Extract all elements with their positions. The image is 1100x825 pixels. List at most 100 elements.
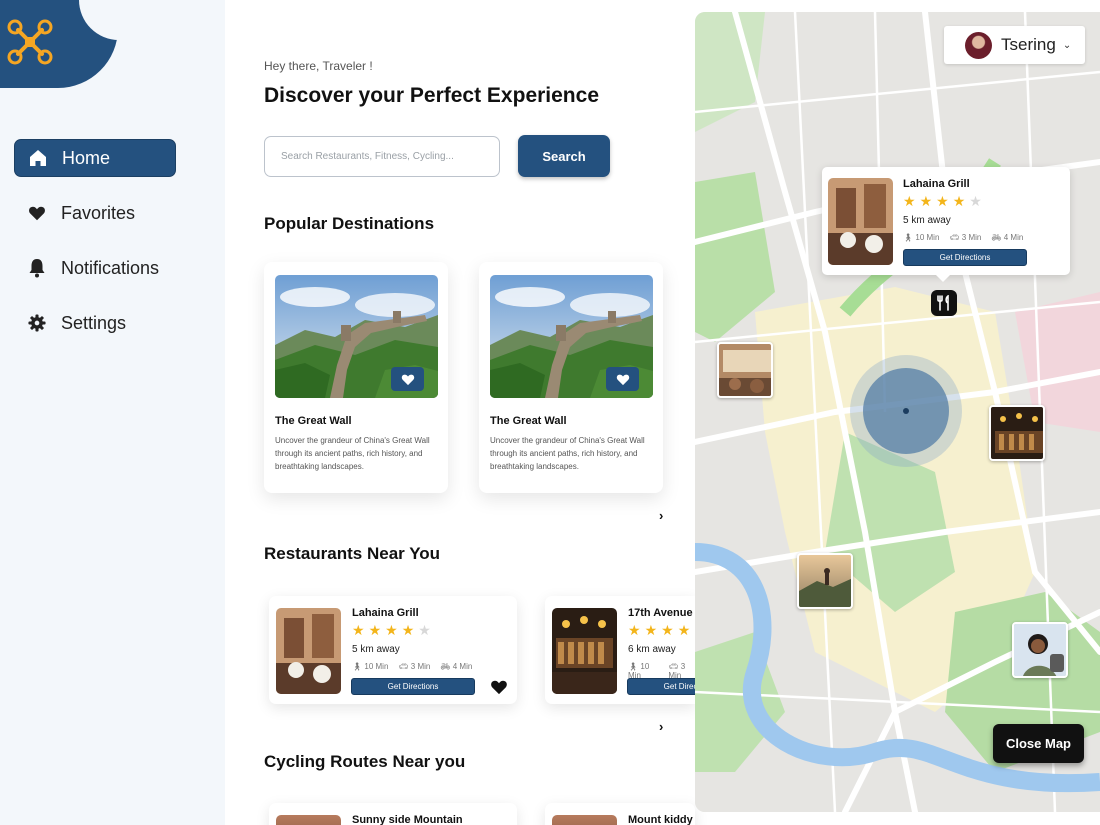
distance-text: 6 km away [628,644,676,655]
star-icon: ★ [385,622,398,638]
star-icon: ★ [677,622,691,638]
route-name: Mount kiddy [628,814,693,825]
bike-time: 🚲︎ 4 Min [440,662,473,671]
walk-time: 🚶︎ 10 Min [352,662,389,671]
popular-destinations-title: Popular Destinations [264,214,435,233]
star-icon: ★ [644,622,658,638]
cycling-route-card[interactable]: Sunny side Mountain [269,803,517,825]
get-directions-button[interactable]: Get Directions [627,678,695,695]
favorite-button[interactable] [391,367,424,391]
restaurant-card[interactable]: Lahaina Grill ★ ★ ★ ★ ★ 5 km away 🚶︎ 10 … [269,596,517,704]
destination-image [490,275,653,398]
car-icon: 🚗︎ [398,662,409,671]
destination-title: The Great Wall [275,415,352,427]
destination-card[interactable]: The Great Wall Uncover the grandeur of C… [264,262,448,493]
sidebar-item-label: Settings [61,312,127,333]
next-destinations-chevron-icon[interactable]: › [659,508,663,523]
destination-title: The Great Wall [490,415,567,427]
favorite-button[interactable] [490,678,508,695]
get-directions-button[interactable]: Get Directions [903,249,1027,266]
sidebar-nav: Home Favorites Notifications Settings [14,139,176,359]
restaurants-title: Restaurants Near You [264,544,441,563]
home-icon [28,148,48,168]
travel-times: 🚶︎ 10 Min 🚗︎ 3 Min 🚲︎ 4 Min [352,662,472,671]
next-restaurants-chevron-icon[interactable]: › [659,719,663,734]
route-image [552,815,617,825]
user-name: Tsering [1001,35,1056,54]
restaurant-pin-icon[interactable] [931,290,957,316]
heart-icon [401,374,414,385]
star-icon: ★ [661,622,674,638]
main-content: Hey there, Traveler ! Discover your Perf… [225,0,695,825]
restaurant-name: 17th Avenue [628,607,693,619]
sidebar-item-label: Home [62,147,111,168]
favorite-button[interactable] [606,367,639,391]
walk-icon: 🚶︎ [903,233,914,242]
destination-description: Uncover the grandeur of China's Great Wa… [275,436,430,471]
restaurant-image [276,608,341,694]
star-icon: ★ [919,193,933,209]
user-menu[interactable]: Tsering ⌄ [944,26,1085,64]
drive-time: 🚗︎ 3 Min [398,662,431,671]
car-icon: 🚗︎ [668,662,679,671]
chevron-down-icon: ⌄ [1062,39,1072,51]
page-title: Discover your Perfect Experience [264,84,599,107]
sidebar: Home Favorites Notifications Settings [0,0,225,825]
star-icon: ★ [368,622,382,638]
avatar [965,31,992,59]
star-icon: ★ [936,193,949,209]
star-empty-icon: ★ [418,622,431,638]
walk-time: 🚶︎ 10 Min [903,233,940,242]
star-icon: ★ [401,622,415,638]
sidebar-item-home[interactable]: Home [14,139,176,177]
cycling-route-card[interactable]: Mount kiddy [545,803,695,825]
map-poi-thumbnail[interactable] [1012,622,1068,678]
star-empty-icon: ★ [969,193,982,209]
close-map-button[interactable]: Close Map [993,724,1084,763]
cycling-routes-title: Cycling Routes Near you [264,752,466,771]
search-button[interactable]: Search [518,135,610,177]
heart-icon [616,374,629,385]
rating-stars: ★ ★ ★ ★ ★ [628,623,695,637]
rating-stars: ★ ★ ★ ★ ★ [352,623,431,637]
star-icon: ★ [952,193,966,209]
bike-icon: 🚲︎ [440,662,451,671]
map-poi-thumbnail[interactable] [717,342,773,398]
drone-logo-icon[interactable] [6,18,54,66]
map-place-popup[interactable]: Lahaina Grill ★ ★ ★ ★ ★ 5 km away 🚶︎ 10 … [822,167,1070,282]
car-icon: 🚗︎ [949,233,960,242]
map-poi-thumbnail[interactable] [797,553,853,609]
heart-icon [27,203,47,223]
destination-card[interactable]: The Great Wall Uncover the grandeur of C… [479,262,663,493]
star-icon: ★ [628,622,641,638]
restaurant-name: Lahaina Grill [352,607,419,619]
distance-text: 5 km away [352,644,400,655]
star-icon: ★ [352,622,365,638]
restaurant-name: Lahaina Grill [903,178,970,190]
sidebar-item-label: Notifications [61,257,160,278]
gear-icon [27,313,47,333]
sidebar-item-settings[interactable]: Settings [14,304,176,342]
heart-icon [491,680,507,694]
walk-icon: 🚶︎ [352,662,363,671]
restaurant-image [552,608,617,694]
drive-time: 🚗︎ 3 Min [949,233,982,242]
get-directions-button[interactable]: Get Directions [351,678,475,695]
walk-icon: 🚶︎ [628,662,639,671]
route-name: Sunny side Mountain [352,814,463,825]
sidebar-item-label: Favorites [61,202,136,223]
restaurant-image [828,178,893,265]
route-image [276,815,341,825]
restaurant-card[interactable]: 17th Avenue ★ ★ ★ ★ ★ 6 km away 🚶︎ 10 Mi… [545,596,695,704]
sidebar-item-favorites[interactable]: Favorites [14,194,176,232]
travel-times: 🚶︎ 10 Min 🚗︎ 3 Min 🚲︎ 4 Min [903,233,1023,242]
distance-text: 5 km away [903,215,951,226]
rating-stars: ★ ★ ★ ★ ★ [903,194,982,208]
destination-description: Uncover the grandeur of China's Great Wa… [490,436,645,471]
search-input[interactable] [264,136,500,177]
bike-time: 🚲︎ 4 Min [991,233,1024,242]
destination-image [275,275,438,398]
greeting-text: Hey there, Traveler ! [264,59,373,73]
map-poi-thumbnail[interactable] [989,405,1045,461]
sidebar-item-notifications[interactable]: Notifications [14,249,176,287]
